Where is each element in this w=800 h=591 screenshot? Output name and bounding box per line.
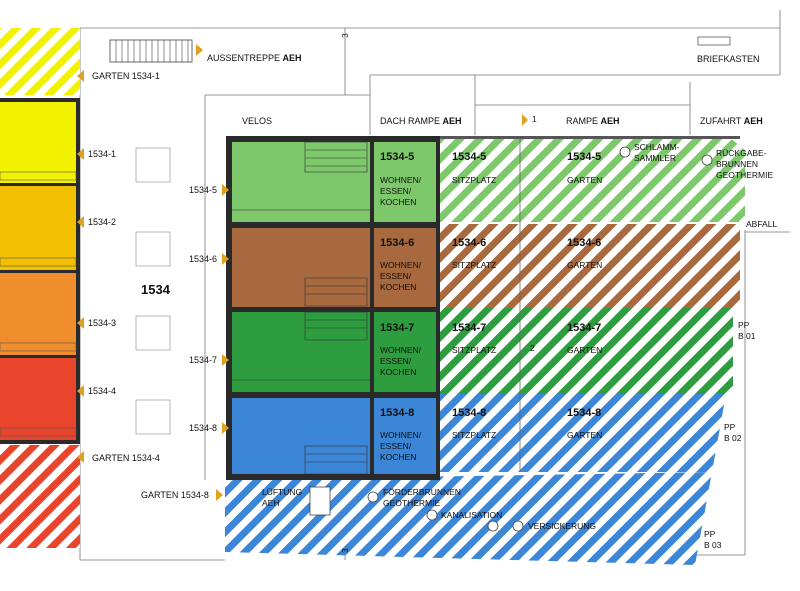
unit-1534-5-room-3: KOCHEN (380, 197, 416, 207)
garten-1534-8-label: GARTEN (567, 430, 602, 440)
foerderbrunnen-label-1: FÖRDERBRUNNEN (383, 487, 461, 497)
schlamm-label-1: SCHLAMM- (634, 142, 680, 152)
velos-label: VELOS (242, 116, 272, 126)
unit-1534-7-title: 1534-7 (380, 322, 414, 334)
unit-1534-3-fill (0, 272, 76, 357)
garden-1534-1-hatch (0, 28, 80, 95)
mailbox-icon (697, 36, 731, 46)
unit-1534-7-room-2: ESSEN/ (380, 356, 412, 366)
garten-1534-8-title: 1534-8 (567, 407, 601, 419)
versickerung-label: VERSICKERUNG (528, 521, 596, 531)
lueftung-label-2: AEH (262, 498, 279, 508)
entry-1534-6-label: 1534-6 (189, 254, 217, 264)
building-1534-label: 1534 (141, 282, 171, 297)
entry-1534-8-label: 1534-8 (189, 423, 217, 433)
foerderbrunnen-label-2: GEOTHERMIE (383, 498, 440, 508)
pp-b02-label-1: PP (724, 422, 736, 432)
entry-1534-7-label: 1534-7 (189, 355, 217, 365)
pp-b03-label-1: PP (704, 529, 716, 539)
unit-1534-7-room-3: KOCHEN (380, 367, 416, 377)
sitzplatz-1534-8-label: SITZPLATZ (452, 430, 496, 440)
abfall-label: ABFALL (746, 219, 777, 229)
sitzplatz-1534-6-title: 1534-6 (452, 237, 486, 249)
aussentreppe-label: AUSSENTREPPE AEH (207, 53, 302, 63)
garden-1534-4-hatch (0, 445, 80, 548)
unit-1534-6-room-1: WOHNEN/ (380, 260, 422, 270)
unit-1534-4-fill (0, 357, 76, 442)
unit-1534-7-room-1: WOHNEN/ (380, 345, 422, 355)
unit-1534-5-room-1: WOHNEN/ (380, 175, 422, 185)
unit-1534-8-room-3: KOCHEN (380, 452, 416, 462)
garten-1534-6-title: 1534-6 (567, 237, 601, 249)
rueckgabe-label-1: RÜCKGABE- (716, 148, 767, 158)
garten-1534-1-label: GARTEN 1534-1 (92, 71, 160, 81)
outdoor-stair (109, 39, 193, 63)
unit-1534-5-room-2: ESSEN/ (380, 186, 412, 196)
left-building (0, 98, 80, 444)
unit-1534-8-title: 1534-8 (380, 407, 414, 419)
unit-1534-3-label: 1534-3 (88, 318, 116, 328)
rampe-label: RAMPE AEH (566, 116, 620, 126)
sitzplatz-1534-8-title: 1534-8 (452, 407, 486, 419)
site-plan: AUSSENTREPPE AEH GARTEN 1534-1 BRIEFKAST… (0, 10, 790, 565)
entry-1534-5-label: 1534-5 (189, 185, 217, 195)
schlamm-label-2: SAMMLER (634, 153, 676, 163)
unit-1534-6-room-3: KOCHEN (380, 282, 416, 292)
unit-1534-1-label: 1534-1 (88, 149, 116, 159)
step-3-bottom-label: 3 (340, 548, 350, 553)
pp-b01-label-1: PP (738, 320, 750, 330)
garten-1534-6-label: GARTEN (567, 260, 602, 270)
garten-1534-4-label: GARTEN 1534-4 (92, 453, 160, 463)
unit-1534-8-room-1: WOHNEN/ (380, 430, 422, 440)
sitzplatz-1534-7-title: 1534-7 (452, 322, 486, 334)
pp-b01-label-2: B 01 (738, 331, 756, 341)
pp-b02-label-2: B 02 (724, 433, 742, 443)
garten-1534-7-title: 1534-7 (567, 322, 601, 334)
rueckgabe-label-2: BRUNNEN (716, 159, 758, 169)
sitzplatz-1534-6-label: SITZPLATZ (452, 260, 496, 270)
unit-1534-1-fill (0, 102, 76, 186)
dach-rampe-label: DACH RAMPE AEH (380, 116, 462, 126)
unit-1534-4-label: 1534-4 (88, 386, 116, 396)
ventilation-box (309, 486, 331, 516)
garten-1534-7-label: GARTEN (567, 345, 602, 355)
unit-1534-2-label: 1534-2 (88, 217, 116, 227)
step-1-label: 1 (532, 114, 537, 124)
unit-1534-2-fill (0, 186, 76, 272)
step-2-label: 2 (530, 343, 535, 353)
garten-1534-8-label-bottom: GARTEN 1534-8 (141, 490, 209, 500)
zufahrt-label: ZUFAHRT AEH (700, 116, 763, 126)
unit-1534-6-room-2: ESSEN/ (380, 271, 412, 281)
sitzplatz-1534-5-title: 1534-5 (452, 151, 486, 163)
sitzplatz-1534-5-label: SITZPLATZ (452, 175, 496, 185)
kanalisation-label: KANALISATION (441, 510, 502, 520)
briefkasten-label: BRIEFKASTEN (697, 54, 760, 64)
unit-1534-8-room-2: ESSEN/ (380, 441, 412, 451)
step-3-top-label: 3 (340, 33, 350, 38)
garten-1534-5-title: 1534-5 (567, 151, 601, 163)
rueckgabe-label-3: GEOTHERMIE (716, 170, 773, 180)
sitzplatz-1534-7-label: SITZPLATZ (452, 345, 496, 355)
pp-b03-label-2: B 03 (704, 540, 722, 550)
garten-1534-5-label: GARTEN (567, 175, 602, 185)
lueftung-label-1: LÜFTUNG (262, 487, 302, 497)
unit-1534-6-title: 1534-6 (380, 237, 414, 249)
unit-1534-5-title: 1534-5 (380, 151, 414, 163)
